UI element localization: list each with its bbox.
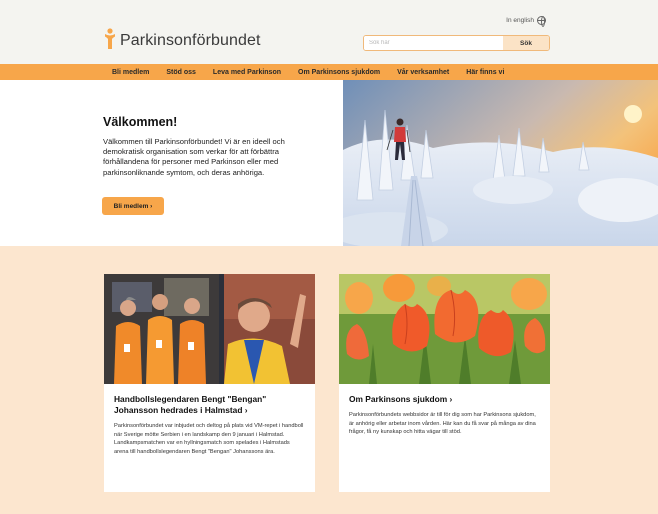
nav-item-har-finns-vi[interactable]: Här finns vi [466, 69, 504, 76]
language-label[interactable]: In english [506, 17, 534, 24]
main-navigation: Bli medlem Stöd oss Leva med Parkinson O… [0, 64, 658, 80]
nav-item-var-verksamhet[interactable]: Vår verksamhet [397, 69, 449, 76]
card-image-handball-event [104, 274, 315, 384]
site-logo[interactable]: Parkinsonförbundet [104, 28, 261, 50]
card-image-tulips [339, 274, 550, 384]
nav-item-stod-oss[interactable]: Stöd oss [166, 69, 196, 76]
globe-icon[interactable] [537, 16, 546, 27]
hero-section: Välkommen! Välkommen till Parkinsonförbu… [0, 80, 658, 246]
news-card-handball[interactable]: Handbollslegendaren Bengt "Bengan" Johan… [104, 274, 315, 492]
nav-item-bli-medlem[interactable]: Bli medlem [112, 69, 149, 76]
search-button[interactable]: Sök [503, 36, 549, 50]
hero-title: Välkommen! [103, 115, 178, 129]
search-bar: Sök [363, 35, 550, 51]
become-member-button[interactable]: Bli medlem › [102, 197, 164, 215]
hero-text: Välkommen till Parkinsonförbundet! Vi är… [103, 137, 285, 177]
nav-item-leva-med-parkinson[interactable]: Leva med Parkinson [213, 69, 281, 76]
card-text-handball: Parkinsonförbundet var inbjudet och delt… [114, 423, 304, 455]
news-cards-section: Handbollslegendaren Bengt "Bengan" Johan… [0, 246, 658, 514]
logo-text[interactable]: Parkinsonförbundet [120, 32, 261, 50]
search-input[interactable] [364, 36, 503, 50]
logo-figure-icon [105, 28, 115, 49]
nav-item-om-parkinsons-sjukdom[interactable]: Om Parkinsons sjukdom [298, 69, 380, 76]
card-text-parkinsons: Parkinsonförbundets webbsidor är till fö… [349, 412, 536, 436]
card-title-parkinsons[interactable]: Om Parkinsons sjukdom › [339, 384, 550, 405]
card-title-handball[interactable]: Handbollslegendaren Bengt "Bengan" Johan… [104, 384, 315, 416]
language-switch[interactable]: In english [506, 16, 546, 27]
hero-image-skier [343, 80, 658, 246]
news-card-parkinsons[interactable]: Om Parkinsons sjukdom › Parkinsonförbund… [339, 274, 550, 492]
site-header: In english Parkinsonförbundet Sök [0, 0, 658, 64]
